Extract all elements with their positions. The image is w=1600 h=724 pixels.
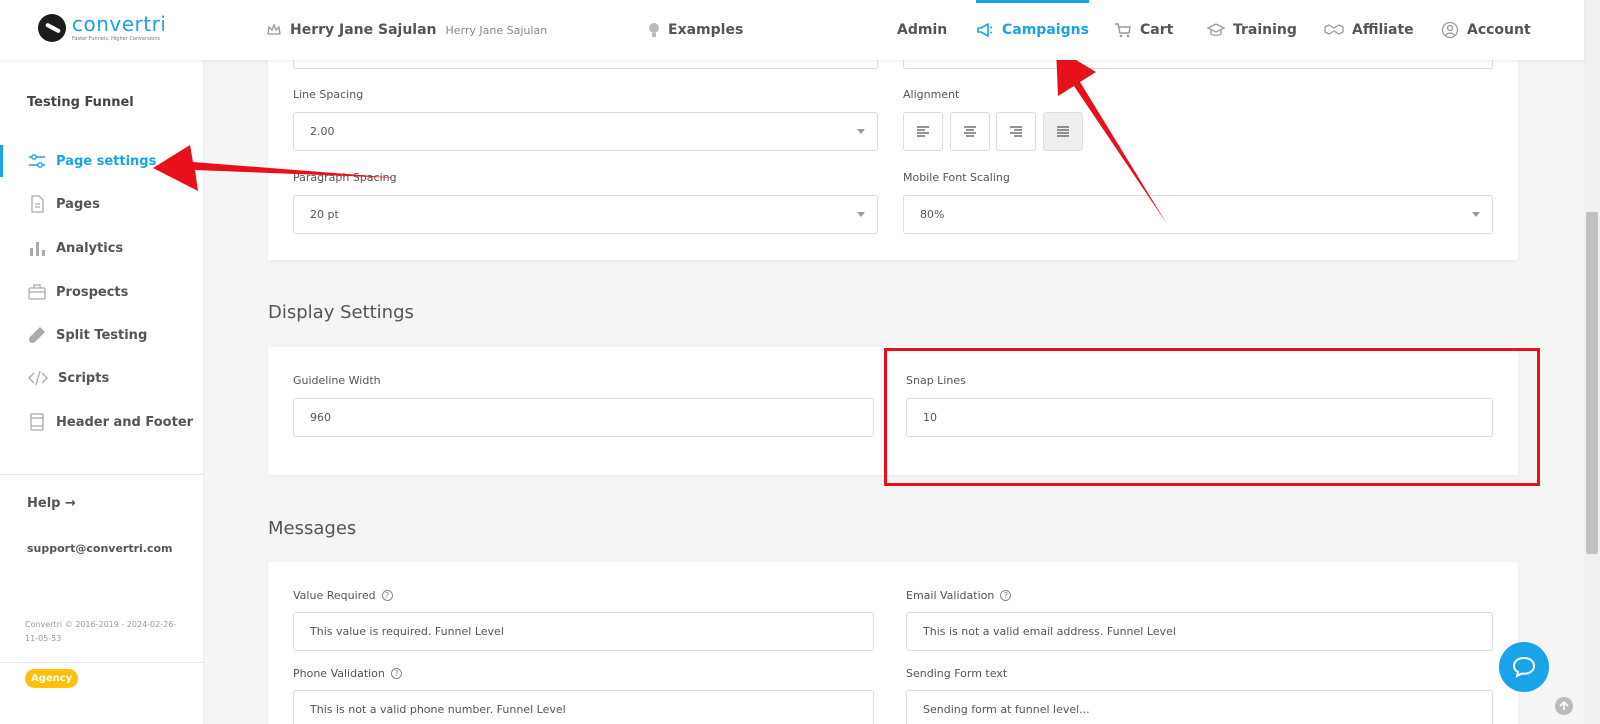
handshake-icon [1324, 24, 1344, 35]
nav-examples[interactable]: Examples [648, 0, 743, 60]
nav-account-label: Account [1467, 22, 1531, 38]
convertri-logo[interactable]: convertri Faster Funnels, Higher Convers… [38, 14, 166, 42]
nav-admin[interactable]: Admin [897, 0, 947, 60]
top-navbar: convertri Faster Funnels, Higher Convers… [0, 0, 1584, 60]
nav-affiliate-label: Affiliate [1352, 22, 1414, 38]
nav-user-name: Herry Jane Sajulan [290, 22, 437, 38]
chat-launcher-button[interactable] [1499, 642, 1549, 692]
nav-account[interactable]: Account [1441, 0, 1531, 60]
megaphone-icon [977, 23, 993, 37]
crown-icon [267, 23, 281, 35]
nav-training[interactable]: Training [1207, 0, 1297, 60]
arrow-up-icon [1559, 700, 1569, 710]
chat-bubble-icon [1512, 656, 1536, 678]
brand-tagline: Faster Funnels, Higher Conversions [72, 36, 160, 42]
nav-admin-label: Admin [897, 22, 948, 38]
brand-name: convertri [72, 12, 167, 36]
lightbulb-icon [649, 22, 659, 37]
cart-icon [1115, 23, 1131, 38]
nav-cart-label: Cart [1140, 22, 1174, 38]
nav-user-sub: Herry Jane Sajulan [445, 23, 548, 37]
annotation-arrow-campaigns [1056, 48, 1167, 224]
nav-campaigns[interactable]: Campaigns [976, 0, 1089, 60]
nav-affiliate[interactable]: Affiliate [1324, 0, 1414, 60]
graduation-cap-icon [1207, 23, 1225, 37]
scrollbar-thumb[interactable] [1586, 212, 1598, 554]
annotation-arrows [153, 48, 1167, 224]
nav-training-label: Training [1233, 22, 1297, 38]
nav-examples-label: Examples [668, 22, 744, 38]
user-circle-icon [1441, 21, 1459, 39]
logo-mark-icon [38, 14, 66, 42]
nav-campaigns-label: Campaigns [1002, 22, 1089, 38]
nav-user[interactable]: Herry Jane Sajulan Herry Jane Sajulan [266, 0, 547, 60]
nav-cart[interactable]: Cart [1114, 0, 1173, 60]
scroll-to-top-button[interactable] [1555, 697, 1573, 715]
annotation-arrow-page-settings [153, 145, 398, 191]
